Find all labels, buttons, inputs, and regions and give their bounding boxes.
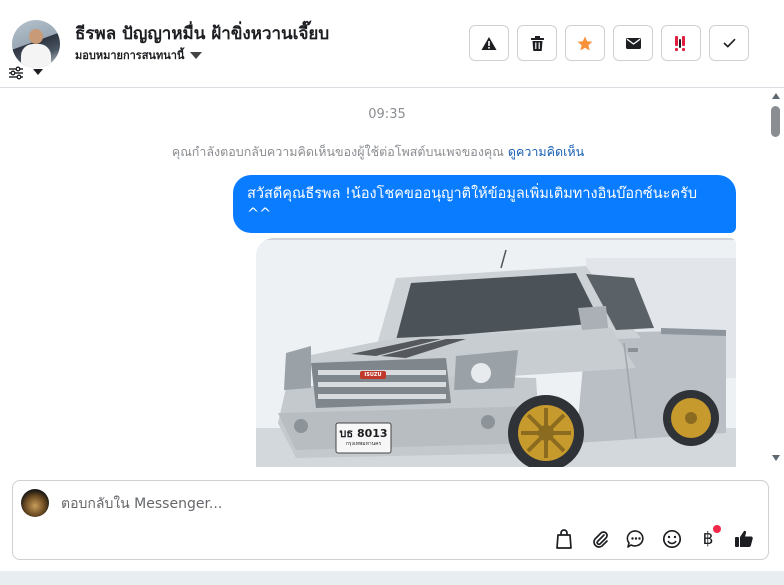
license-plate-number: บธ 8013 (339, 427, 388, 440)
customer-name[interactable]: ธีรพล ปัญญาหมื่น ฝ้าขิ่งหวานเจี๊ยบ (75, 20, 329, 47)
header-actions (469, 25, 749, 61)
vehicle-photo-attachment[interactable]: ISUZU บธ 8013 กรุงเทพมหานคร (256, 238, 736, 467)
reply-input[interactable] (61, 493, 741, 515)
chevron-down-icon (190, 51, 203, 59)
conversation-header: ธีรพล ปัญญาหมื่น ฝ้าขิ่งหวานเจี๊ยบ มอบหม… (0, 0, 784, 88)
scroll-down-arrow-icon[interactable] (772, 455, 780, 461)
mark-spam-button[interactable] (661, 25, 701, 61)
payment-button[interactable]: ฿ (696, 525, 721, 551)
mark-unread-button[interactable] (613, 25, 653, 61)
page-avatar (21, 489, 49, 517)
pickup-truck-image (256, 238, 736, 467)
reply-composer: ฿ (12, 480, 769, 560)
filter-sliders-icon[interactable] (8, 66, 24, 80)
outgoing-message-bubble[interactable]: สวัสดีคุณธีรพล !น้องโชคขออนุญาติให้ข้อมู… (233, 175, 736, 233)
scroll-up-arrow-icon[interactable] (772, 93, 780, 99)
saved-replies-button[interactable] (624, 527, 648, 551)
trash-icon (530, 35, 544, 51)
thread-scrollbar[interactable] (768, 89, 784, 467)
report-button[interactable] (469, 25, 509, 61)
message-thread[interactable]: 09:35 คุณกำลังตอบกลับความคิดเห็นของผู้ใช… (0, 89, 768, 467)
license-plate-province: กรุงเทพมหานคร (345, 441, 382, 447)
attach-file-button[interactable] (588, 527, 612, 551)
envelope-icon (625, 37, 641, 49)
delete-button[interactable] (517, 25, 557, 61)
paperclip-icon (593, 531, 608, 548)
customer-avatar[interactable] (12, 20, 60, 68)
star-icon (577, 36, 593, 50)
license-plate: บธ 8013 กรุงเทพมหานคร (336, 423, 391, 453)
check-icon (722, 38, 736, 48)
assign-label: มอบหมายการสนทนานี้ (75, 49, 185, 62)
mark-done-button[interactable] (709, 25, 749, 61)
emoji-icon (662, 529, 682, 549)
reply-context-notice: คุณกำลังตอบกลับความคิดเห็นของผู้ใช้ต่อโพ… (0, 142, 756, 162)
scrollbar-thumb[interactable] (771, 106, 780, 137)
shopping-bag-icon (556, 529, 572, 549)
grille-badge: ISUZU (364, 372, 382, 378)
notification-dot (713, 525, 721, 533)
view-comment-link[interactable]: ดูความคิดเห็น (508, 144, 584, 159)
avatar-head (29, 29, 43, 44)
follow-up-star-button[interactable] (565, 25, 605, 61)
saved-reply-icon (626, 530, 644, 548)
warning-icon (481, 36, 497, 50)
avatar-body (21, 44, 51, 68)
spam-icon (675, 35, 685, 51)
emoji-button[interactable] (660, 527, 684, 551)
assign-conversation-dropdown[interactable]: มอบหมายการสนทนานี้ (75, 46, 203, 64)
shop-button[interactable] (552, 527, 576, 551)
composer-toolbar: ฿ (552, 525, 756, 551)
thumbs-up-icon (735, 530, 753, 547)
message-timestamp: 09:35 (368, 107, 406, 122)
bottom-strip (0, 571, 784, 585)
send-like-button[interactable] (732, 527, 756, 551)
notice-text: คุณกำลังตอบกลับความคิดเห็นของผู้ใช้ต่อโพ… (171, 144, 504, 159)
baht-icon: ฿ (702, 529, 714, 549)
filter-dropdown-caret-icon[interactable] (33, 69, 43, 75)
